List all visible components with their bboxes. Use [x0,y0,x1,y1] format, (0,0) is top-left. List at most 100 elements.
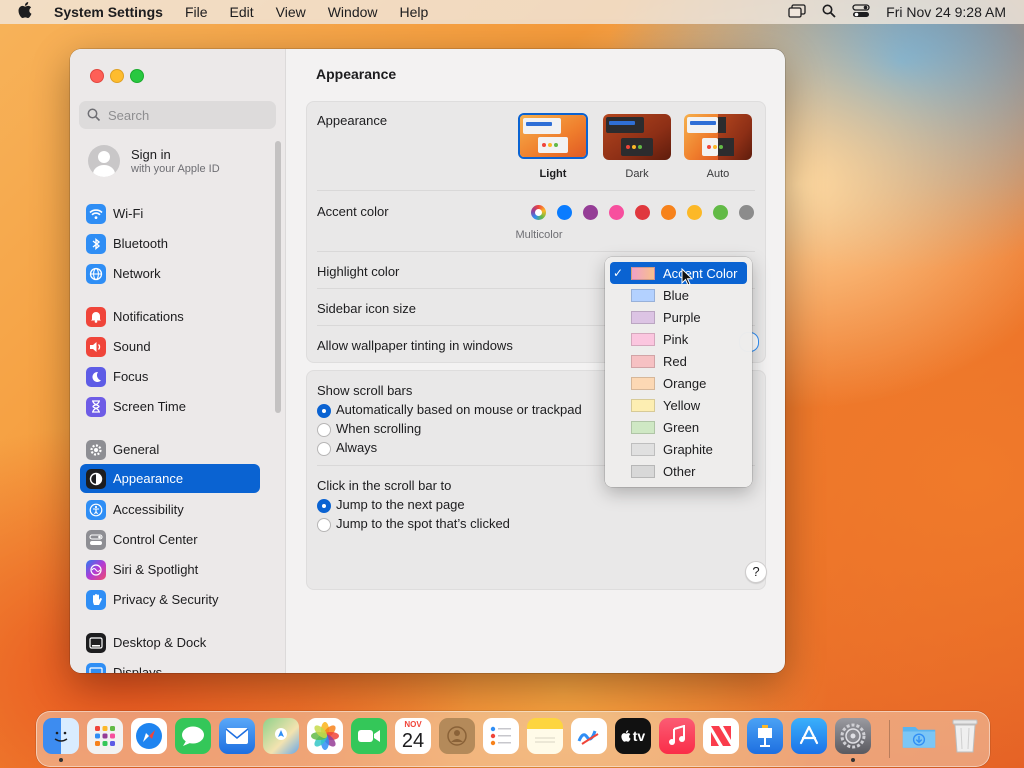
sidebar-item-bluetooth[interactable]: Bluetooth [80,229,260,258]
accent-orange-swatch[interactable] [661,205,676,220]
accent-graphite-swatch[interactable] [739,205,754,220]
zoom-window-button[interactable] [130,69,144,83]
appearance-icon [86,468,106,489]
accent-yellow-swatch[interactable] [687,205,702,220]
reminders-icon[interactable] [483,718,519,754]
sidebar-item-wifi[interactable]: Wi-Fi [80,199,260,228]
calendar-icon[interactable]: NOV 24 [395,718,431,754]
jump-next-page-radio[interactable] [317,499,331,513]
menu-view[interactable]: View [276,4,306,20]
apple-menu-icon[interactable] [18,2,34,22]
wifi-icon [86,203,106,224]
downloads-folder-icon[interactable] [901,718,937,754]
messages-icon[interactable] [175,718,211,754]
screen-mirroring-icon[interactable] [788,3,806,21]
safari-icon[interactable] [131,718,167,754]
sidebar-item-sound[interactable]: Sound [80,332,260,361]
sidebar-item-privacy-security[interactable]: Privacy & Security [80,585,260,614]
scroll-always-radio[interactable] [317,442,331,456]
accent-multicolor-swatch[interactable] [531,205,546,220]
sidebar-item-notifications[interactable]: Notifications [80,302,260,331]
menu-item-accent-color[interactable]: ✓ Accent Color [610,262,747,284]
sidebar-item-screen-time[interactable]: Screen Time [80,392,260,421]
control-center-icon [86,529,106,550]
menu-item-pink[interactable]: Pink [610,328,747,350]
menu-item-green[interactable]: Green [610,416,747,438]
maps-icon[interactable] [263,718,299,754]
facetime-icon[interactable] [351,718,387,754]
search-field[interactable]: Search [79,101,276,129]
accent-pink-swatch[interactable] [609,205,624,220]
launchpad-icon[interactable] [87,718,123,754]
menu-item-yellow[interactable]: Yellow [610,394,747,416]
contacts-icon[interactable] [439,718,475,754]
menu-file[interactable]: File [185,4,208,20]
menu-item-blue[interactable]: Blue [610,284,747,306]
photos-icon[interactable] [307,718,343,754]
music-icon[interactable] [659,718,695,754]
accent-green-swatch[interactable] [713,205,728,220]
menu-item-red[interactable]: Red [610,350,747,372]
menu-edit[interactable]: Edit [230,4,254,20]
freeform-icon[interactable] [571,718,607,754]
menu-item-graphite[interactable]: Graphite [610,438,747,460]
keynote-icon[interactable] [747,718,783,754]
sidebar-item-control-center[interactable]: Control Center [80,525,260,554]
app-store-icon[interactable] [791,718,827,754]
highlight-color-label: Highlight color [317,264,400,279]
menu-item-label: Other [663,463,696,479]
sidebar-item-appearance[interactable]: Appearance [80,464,260,493]
control-center-icon[interactable] [852,3,870,21]
sidebar-item-focus[interactable]: Focus [80,362,260,391]
menu-help[interactable]: Help [400,4,429,20]
sidebar-item-siri-spotlight[interactable]: Siri & Spotlight [80,555,260,584]
running-indicator [851,758,855,762]
click-scroll-bar-label: Click in the scroll bar to [317,478,452,493]
help-button[interactable]: ? [745,561,767,583]
sidebar-item-desktop-dock[interactable]: Desktop & Dock [80,628,260,657]
menu-item-purple[interactable]: Purple [610,306,747,328]
sidebar-item-general[interactable]: General [80,435,260,464]
menu-window[interactable]: Window [328,4,378,20]
swatch [631,442,655,456]
sidebar-item-label: Control Center [113,532,198,547]
mail-icon[interactable] [219,718,255,754]
apple-tv-icon[interactable]: tv [615,718,651,754]
accent-purple-swatch[interactable] [583,205,598,220]
sign-in-item[interactable]: Sign in with your Apple ID [88,145,220,177]
trash-icon[interactable] [947,718,983,754]
sidebar-item-displays[interactable]: Displays [80,658,260,673]
accent-color-label: Accent color [317,204,389,219]
sidebar-item-label: Appearance [113,471,184,486]
sidebar-item-label: Network [113,266,161,281]
appearance-auto-option[interactable] [684,114,752,160]
accent-blue-swatch[interactable] [557,205,572,220]
moon-icon [86,366,106,387]
finder-icon[interactable] [43,718,79,754]
appearance-dark-option[interactable] [603,114,671,160]
sidebar-item-network[interactable]: Network [80,259,260,288]
menu-app-name[interactable]: System Settings [54,4,163,20]
checkmark-icon: ✓ [613,266,624,280]
spotlight-search-icon[interactable] [822,4,836,21]
sidebar-item-accessibility[interactable]: Accessibility [80,495,260,524]
close-window-button[interactable] [90,69,104,83]
menu-item-orange[interactable]: Orange [610,372,747,394]
bell-icon [86,306,106,327]
appearance-light-option[interactable] [518,113,588,159]
menubar-clock[interactable]: Fri Nov 24 9:28 AM [886,4,1006,20]
jump-to-spot-radio[interactable] [317,518,331,532]
scroll-when-scrolling-radio[interactable] [317,423,331,437]
accent-red-swatch[interactable] [635,205,650,220]
news-icon[interactable] [703,718,739,754]
minimize-window-button[interactable] [110,69,124,83]
menu-item-label: Yellow [663,397,701,413]
notes-icon[interactable] [527,718,563,754]
system-settings-icon[interactable] [835,718,871,754]
sidebar-item-label: Desktop & Dock [113,635,207,650]
scroll-auto-radio[interactable] [317,404,331,418]
accent-selected-name: Multicolor [515,229,563,241]
sidebar-scrollbar[interactable] [275,141,281,413]
search-placeholder: Search [108,107,150,123]
menu-item-other[interactable]: Other [610,460,747,482]
